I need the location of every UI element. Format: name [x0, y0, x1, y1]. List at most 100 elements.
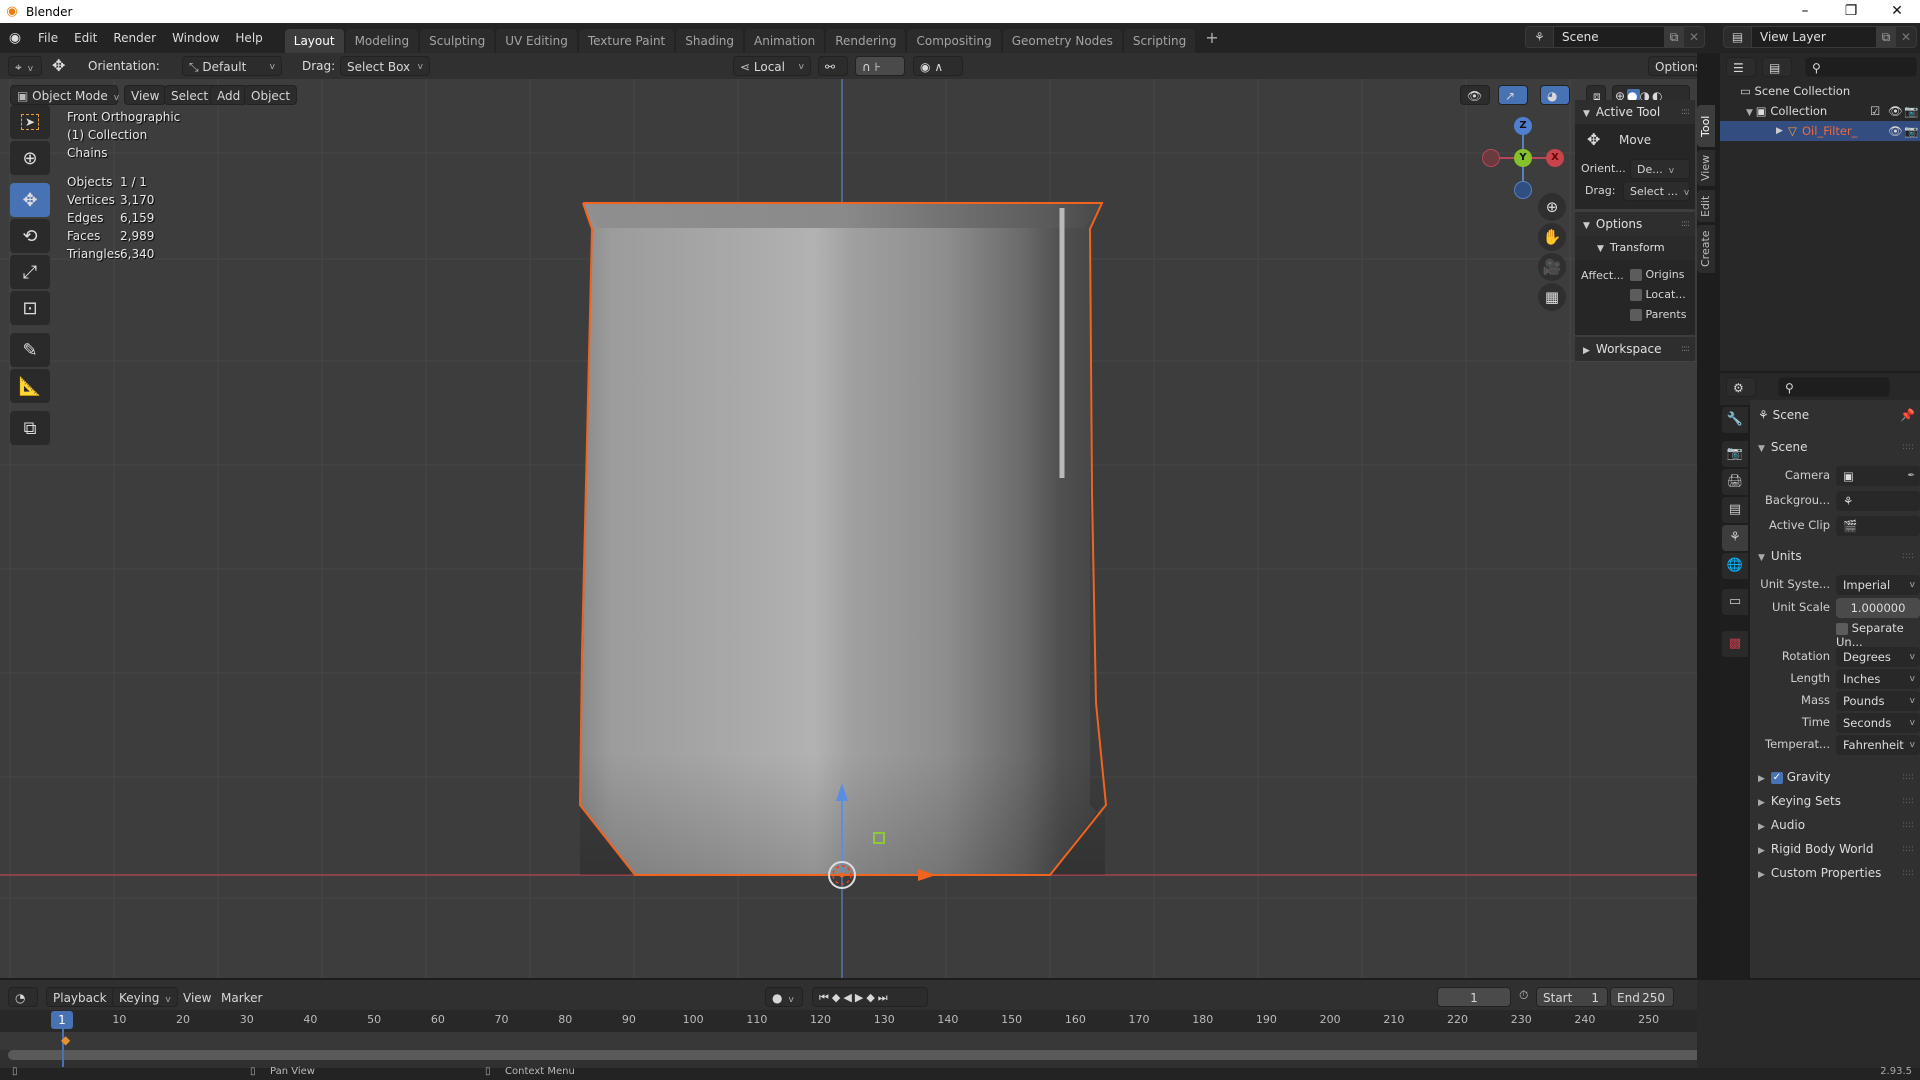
select-box-tool[interactable]: ➤: [10, 105, 50, 139]
blender-menu-icon[interactable]: ◉: [0, 30, 30, 46]
menu-select[interactable]: Select: [164, 85, 216, 105]
pin-icon[interactable]: 📌: [1900, 408, 1915, 422]
gravity-checkbox[interactable]: ✓: [1770, 771, 1783, 784]
transform-tool[interactable]: ⊡: [10, 291, 50, 325]
affect-locations-checkbox[interactable]: Locat...: [1630, 288, 1686, 301]
frame-ruler[interactable]: 10 20 30 40 50 60 70 80 90 100 110 120 130 140 150 160 1…: [0, 1010, 1697, 1050]
visibility-eye-icon[interactable]: 👁: [1888, 121, 1903, 141]
end-frame-field[interactable]: End 250: [1610, 987, 1674, 1007]
keyframe-icon[interactable]: ◆: [61, 1033, 70, 1047]
tab-modeling[interactable]: Modeling: [345, 29, 419, 53]
cursor-tool[interactable]: ⊕: [10, 141, 50, 175]
tab-geometry-nodes[interactable]: Geometry Nodes: [1002, 29, 1122, 53]
overlay-toggle[interactable]: ◕: [1540, 85, 1570, 105]
output-properties-tab[interactable]: 🖨: [1722, 469, 1748, 495]
view-layer-properties-tab[interactable]: ▤: [1722, 497, 1748, 523]
marker-menu[interactable]: Marker: [214, 987, 269, 1007]
time-units-dropdown[interactable]: Seconds v: [1836, 713, 1920, 733]
gizmo-y-axis[interactable]: Y: [1514, 149, 1532, 167]
scale-tool[interactable]: ⤢: [10, 255, 50, 289]
pan-view-icon[interactable]: ✋: [1538, 223, 1566, 251]
play-reverse-icon[interactable]: ◀: [843, 991, 854, 1004]
ortho-toggle-icon[interactable]: ▦: [1538, 283, 1566, 311]
scene-properties-tab[interactable]: ⚘: [1722, 525, 1748, 551]
rigid-body-world-panel-header[interactable]: ▶ Rigid Body World::::: [1750, 837, 1920, 861]
world-properties-tab[interactable]: 🌐: [1722, 553, 1748, 579]
keying-menu[interactable]: Keying v: [112, 987, 178, 1007]
scene-selector[interactable]: ⚘ Scene ⧉ ✕: [1525, 26, 1705, 48]
editor-type-button[interactable]: ⌖ v: [8, 56, 42, 76]
zoom-view-icon[interactable]: ⊕: [1538, 193, 1566, 221]
temperature-units-dropdown[interactable]: Fahrenheit v: [1836, 735, 1920, 755]
options-dropdown[interactable]: Optionsv: [1648, 56, 1697, 76]
playback-controls[interactable]: ⏮◆◀▶◆⏭: [812, 987, 928, 1007]
exclude-checkbox[interactable]: ☑: [1870, 101, 1880, 121]
npanel-tab-view[interactable]: View: [1697, 150, 1715, 186]
menu-object[interactable]: Object: [244, 85, 298, 105]
rotation-units-dropdown[interactable]: Degrees v: [1836, 647, 1920, 667]
timeline-view-menu[interactable]: View: [176, 987, 218, 1007]
jump-start-icon[interactable]: ⏮: [819, 991, 832, 1004]
gizmo-x-axis[interactable]: X: [1546, 149, 1564, 167]
affect-origins-checkbox[interactable]: Origins: [1630, 268, 1684, 281]
separate-units-checkbox[interactable]: Separate Un...: [1836, 621, 1920, 649]
tab-rendering[interactable]: Rendering: [826, 29, 906, 53]
collection-properties-tab[interactable]: ▭: [1722, 589, 1748, 615]
add-workspace-button[interactable]: +: [1197, 23, 1226, 53]
menu-add[interactable]: Add: [210, 85, 248, 105]
viewport-scene[interactable]: [0, 53, 1697, 978]
add-cube-tool[interactable]: ⧉: [10, 411, 50, 445]
properties-search-input[interactable]: ⚲: [1778, 377, 1890, 397]
tab-texture-paint[interactable]: Texture Paint: [578, 29, 675, 53]
drag-dropdown[interactable]: Select ... v: [1623, 181, 1690, 201]
npanel-tab-create[interactable]: Create: [1697, 225, 1715, 273]
timeline-editor-type[interactable]: ◔: [8, 987, 38, 1007]
delete-scene-icon[interactable]: ✕: [1684, 27, 1704, 47]
render-properties-tab[interactable]: 📷: [1722, 441, 1748, 467]
rotate-tool[interactable]: ⟲: [10, 219, 50, 253]
pivot-dropdown[interactable]: ⋖ Local v: [733, 56, 811, 76]
gizmo-toggle[interactable]: ↗: [1498, 85, 1528, 105]
render-camera-icon[interactable]: 📷: [1904, 121, 1918, 141]
scene-panel-header[interactable]: ▼ Scene::::: [1750, 435, 1920, 459]
outliner-display-mode[interactable]: ☰: [1726, 57, 1756, 77]
prev-keyframe-icon[interactable]: ◆: [832, 991, 843, 1004]
outliner-search-input[interactable]: ⚲: [1805, 57, 1917, 77]
affect-parents-checkbox[interactable]: Parents: [1630, 308, 1686, 321]
gravity-panel-header[interactable]: ▶ ✓ Gravity::::: [1750, 765, 1920, 789]
close-button[interactable]: ✕: [1874, 0, 1920, 23]
outliner-object-row[interactable]: ▶ ▽ Oil_Filter_ 👁 📷: [1720, 121, 1920, 141]
active-clip-field[interactable]: 🎬: [1836, 516, 1920, 536]
active-tool-panel-header[interactable]: ▼ Active Tool::::: [1575, 100, 1695, 124]
annotate-tool[interactable]: ✎: [10, 333, 50, 367]
transform-subpanel-header[interactable]: ▼ Transform: [1575, 236, 1695, 260]
keying-sets-panel-header[interactable]: ▶ Keying Sets::::: [1750, 789, 1920, 813]
camera-field[interactable]: ▣ ✒: [1836, 466, 1920, 486]
timeline-scrollbar[interactable]: [8, 1050, 1704, 1060]
view-layer-selector[interactable]: ▤ View Layer ⧉ ✕: [1723, 26, 1917, 48]
properties-editor-type[interactable]: ⚙: [1726, 377, 1756, 397]
orient-dropdown[interactable]: De... v: [1630, 159, 1690, 179]
new-view-layer-icon[interactable]: ⧉: [1876, 27, 1896, 47]
tab-layout[interactable]: Layout: [284, 29, 344, 53]
tab-animation[interactable]: Animation: [745, 29, 825, 53]
render-camera-icon[interactable]: 📷: [1904, 101, 1918, 121]
tab-sculpting[interactable]: Sculpting: [420, 29, 495, 53]
3d-viewport[interactable]: ⌖ v ✥ Orientation: ⤡ Default v Drag: Selec…: [0, 53, 1697, 978]
minimize-button[interactable]: –: [1782, 0, 1828, 23]
npanel-tab-edit[interactable]: Edit: [1697, 190, 1715, 222]
measure-tool[interactable]: 📐: [10, 369, 50, 403]
gizmo-neg-x-axis[interactable]: [1482, 149, 1500, 167]
options-panel-header[interactable]: ▼ Options::::: [1575, 212, 1695, 236]
scene-name[interactable]: Scene: [1554, 27, 1664, 47]
gizmo-neg-z-axis[interactable]: [1514, 181, 1532, 199]
jump-end-icon[interactable]: ⏭: [878, 991, 891, 1004]
camera-view-icon[interactable]: 🎥: [1538, 253, 1566, 281]
tab-uv-editing[interactable]: UV Editing: [496, 29, 577, 53]
outliner-scene-collection[interactable]: ▭ Scene Collection: [1740, 81, 1850, 101]
current-frame-field[interactable]: 1: [1437, 987, 1511, 1007]
start-frame-field[interactable]: Start 1: [1536, 987, 1608, 1007]
drag-dropdown[interactable]: Select Box v: [340, 56, 430, 76]
tab-compositing[interactable]: Compositing: [907, 29, 1001, 53]
custom-properties-panel-header[interactable]: ▶ Custom Properties::::: [1750, 861, 1920, 885]
